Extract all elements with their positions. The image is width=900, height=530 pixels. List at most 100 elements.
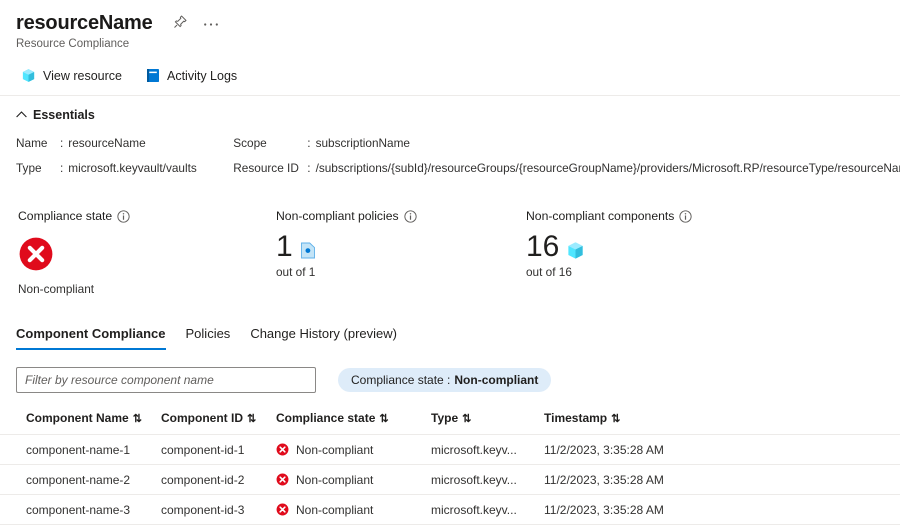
column-label: Timestamp — [544, 411, 607, 425]
page-header: resourceName — [0, 0, 900, 52]
component-cube-icon — [566, 235, 585, 260]
error-circle-icon — [276, 473, 289, 486]
more-options-button[interactable] — [197, 10, 225, 36]
metrics-row: Compliance state Non-compliant — [0, 185, 900, 296]
type-colon: : — [60, 160, 68, 176]
filter-pill-value: Non-compliant — [454, 373, 538, 387]
cube-icon — [21, 68, 36, 83]
cell-compliance-state: Non-compliant — [276, 443, 431, 457]
column-header-timestamp[interactable]: Timestamp ⇅ — [544, 411, 744, 434]
cell-timestamp: 11/2/2023, 3:35:28 AM — [544, 503, 744, 517]
compliance-state-text: Non-compliant — [296, 443, 373, 457]
chevron-up-icon — [16, 111, 27, 118]
noncompliant-components-value-row: 16 — [526, 230, 826, 264]
resource-compliance-page: resourceName — [0, 0, 900, 530]
view-resource-label: View resource — [43, 69, 122, 83]
error-circle-icon — [276, 503, 289, 516]
cell-component-id: component-id-2 — [161, 473, 276, 487]
ellipsis-icon — [203, 18, 219, 28]
component-filter-input[interactable] — [16, 367, 316, 393]
sort-icon: ⇅ — [611, 412, 620, 425]
essentials-label: Essentials — [33, 108, 95, 122]
noncompliant-components-value: 16 — [526, 230, 559, 264]
noncompliant-components-label-group: Non-compliant components — [526, 209, 692, 223]
info-icon[interactable] — [117, 210, 130, 223]
noncompliant-components-label: Non-compliant components — [526, 209, 674, 223]
info-icon[interactable] — [679, 210, 692, 223]
resource-id-colon: : — [307, 160, 315, 176]
noncompliant-policies-label-group: Non-compliant policies — [276, 209, 417, 223]
essentials-grid: Name : resourceName Scope : subscription… — [16, 135, 900, 176]
table-body: component-name-1 component-id-1 Non-comp… — [0, 435, 900, 525]
column-label: Compliance state — [276, 411, 375, 425]
info-icon[interactable] — [404, 210, 417, 223]
sort-icon: ⇅ — [379, 412, 388, 425]
cell-compliance-state: Non-compliant — [276, 503, 431, 517]
column-label: Component Name — [26, 411, 129, 425]
error-circle-icon — [18, 236, 276, 272]
activity-log-icon — [146, 68, 160, 83]
column-label: Type — [431, 411, 458, 425]
compliance-state-value: Non-compliant — [18, 282, 276, 296]
name-value: resourceName — [68, 135, 233, 151]
cell-type: microsoft.keyv... — [431, 473, 544, 487]
name-colon: : — [60, 135, 68, 151]
column-label: Component ID — [161, 411, 243, 425]
table-row[interactable]: component-name-3 component-id-3 Non-comp… — [0, 495, 900, 525]
column-header-component-id[interactable]: Component ID ⇅ — [161, 411, 276, 434]
filter-row: Compliance state : Non-compliant — [0, 350, 900, 393]
cell-timestamp: 11/2/2023, 3:35:28 AM — [544, 443, 744, 457]
compliance-state-text: Non-compliant — [296, 473, 373, 487]
column-header-component-name[interactable]: Component Name ⇅ — [26, 411, 161, 434]
page-subtitle: Resource Compliance — [16, 37, 900, 52]
metric-noncompliant-components: Non-compliant components 16 — [526, 207, 826, 296]
cell-type: microsoft.keyv... — [431, 443, 544, 457]
command-bar: View resource Activity Logs — [0, 52, 900, 95]
tab-change-history[interactable]: Change History (preview) — [240, 326, 407, 350]
sort-icon: ⇅ — [247, 412, 256, 425]
scope-label: Scope — [233, 135, 307, 151]
policy-definition-icon — [300, 236, 316, 259]
tab-component-compliance[interactable]: Component Compliance — [16, 326, 176, 350]
compliance-state-label-group: Compliance state — [18, 209, 130, 223]
noncompliant-policies-label: Non-compliant policies — [276, 209, 399, 223]
column-header-compliance-state[interactable]: Compliance state ⇅ — [276, 411, 431, 434]
noncompliant-policies-value: 1 — [276, 230, 293, 264]
component-compliance-table: Component Name ⇅ Component ID ⇅ Complian… — [0, 411, 900, 525]
essentials-row-name-scope: Name : resourceName Scope : subscription… — [16, 135, 900, 151]
page-title: resourceName — [16, 11, 153, 35]
activity-logs-button[interactable]: Activity Logs — [143, 66, 240, 85]
noncompliant-policies-caption: out of 1 — [276, 265, 526, 279]
table-row[interactable]: component-name-2 component-id-2 Non-comp… — [0, 465, 900, 495]
resource-id-label: Resource ID — [233, 160, 307, 176]
cell-compliance-state: Non-compliant — [276, 473, 431, 487]
compliance-state-filter-pill[interactable]: Compliance state : Non-compliant — [338, 368, 551, 392]
name-label: Name — [16, 135, 60, 151]
resource-id-value: /subscriptions/{subId}/resourceGroups/{r… — [316, 160, 900, 176]
sort-icon: ⇅ — [133, 412, 142, 425]
metric-noncompliant-policies: Non-compliant policies 1 — [276, 207, 526, 296]
noncompliant-policies-value-row: 1 — [276, 230, 526, 264]
column-header-type[interactable]: Type ⇅ — [431, 411, 544, 434]
title-row: resourceName — [16, 10, 900, 36]
cell-component-name: component-name-1 — [26, 443, 161, 457]
table-row[interactable]: component-name-1 component-id-1 Non-comp… — [0, 435, 900, 465]
noncompliant-components-caption: out of 16 — [526, 265, 826, 279]
metric-compliance-state: Compliance state Non-compliant — [18, 207, 276, 296]
filter-pill-label: Compliance state : — [351, 373, 450, 387]
pin-icon — [173, 14, 188, 32]
tab-policies[interactable]: Policies — [176, 326, 241, 350]
view-resource-button[interactable]: View resource — [18, 66, 125, 85]
cell-component-name: component-name-3 — [26, 503, 161, 517]
compliance-state-text: Non-compliant — [296, 503, 373, 517]
essentials-toggle[interactable]: Essentials — [16, 108, 95, 122]
compliance-state-label: Compliance state — [18, 209, 112, 223]
cell-component-id: component-id-1 — [161, 443, 276, 457]
type-label: Type — [16, 160, 60, 176]
essentials-section: Essentials Name : resourceName Scope : s… — [0, 96, 900, 176]
pin-button[interactable] — [167, 10, 195, 36]
error-circle-icon — [276, 443, 289, 456]
cell-type: microsoft.keyv... — [431, 503, 544, 517]
tab-list: Component Compliance Policies Change His… — [0, 296, 900, 350]
type-value: microsoft.keyvault/vaults — [68, 160, 233, 176]
